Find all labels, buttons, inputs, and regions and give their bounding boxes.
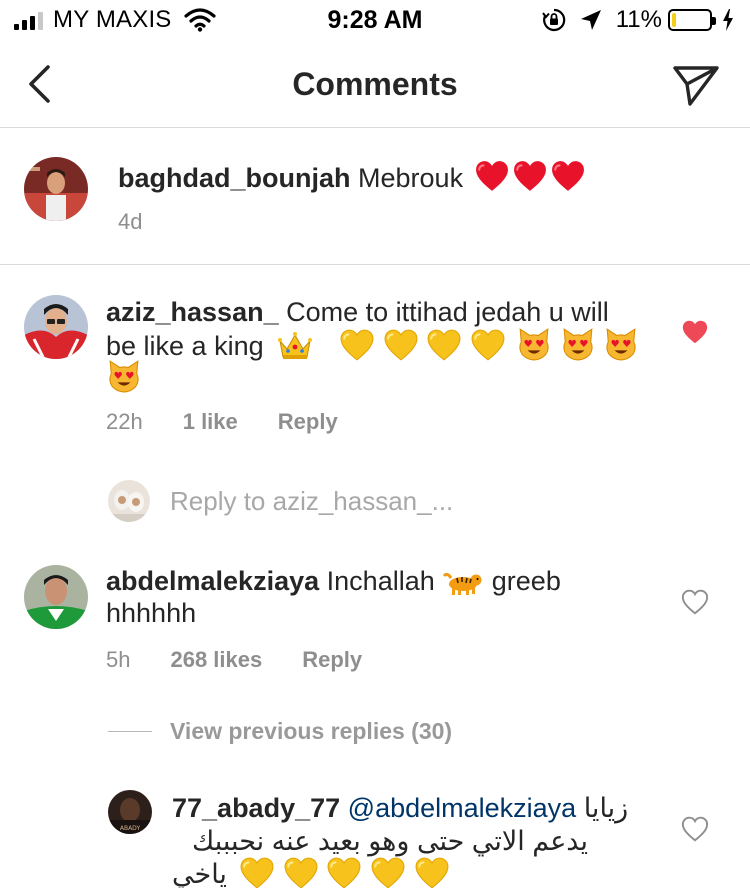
- comment-body-line1: Come to ittihad jedah u will: [286, 297, 609, 327]
- like-button[interactable]: [680, 588, 710, 616]
- comment-username[interactable]: abdelmalekziaya: [106, 566, 319, 596]
- reply-body-line3: ياخي: [172, 859, 227, 888]
- reply-composer[interactable]: Reply to aziz_hassan_...: [108, 478, 453, 524]
- comment-age: 5h: [106, 647, 131, 672]
- divider: [108, 731, 152, 732]
- reply-button[interactable]: Reply: [302, 647, 362, 673]
- share-button[interactable]: [670, 62, 722, 110]
- reply-text-line1: 77_abady_77 @abdelmalekziaya زيايا: [172, 792, 642, 824]
- yellow-heart-icon: [384, 329, 418, 368]
- tiger-icon: [443, 570, 483, 603]
- like-button[interactable]: [680, 815, 710, 843]
- heart-eyes-cat-icon: [517, 327, 551, 368]
- heart-filled-icon: [681, 319, 709, 345]
- caption-text: baghdad_bounjah Mebrouk: [118, 160, 585, 199]
- reply-button[interactable]: Reply: [278, 409, 338, 435]
- comment-body-line2: be like a king: [106, 331, 264, 361]
- battery-percent: 11%: [615, 6, 662, 33]
- view-previous-replies-button[interactable]: View previous replies (30): [108, 718, 452, 745]
- comment-meta: 22h 1 like Reply: [106, 409, 338, 435]
- svg-text:ABADY: ABADY: [120, 825, 141, 832]
- red-heart-icon: [551, 160, 585, 199]
- comment-text: aziz_hassan_ Come to ittihad jedah u wil…: [106, 296, 609, 328]
- yellow-heart-icon: [427, 329, 461, 368]
- battery-icon: [668, 9, 716, 31]
- avatar[interactable]: ABADY: [108, 790, 152, 834]
- page-title: Comments: [292, 66, 458, 102]
- comment-likes-count[interactable]: 268 likes: [170, 647, 262, 673]
- yellow-heart-icon: [340, 329, 374, 368]
- comment-username[interactable]: aziz_hassan_: [106, 297, 279, 327]
- avatar[interactable]: [24, 295, 88, 359]
- comment-meta: 5h 268 likes Reply: [106, 647, 362, 673]
- status-right: 11%: [541, 6, 734, 34]
- caption-meta: 4d: [118, 209, 142, 235]
- yellow-heart-icon: [240, 857, 274, 888]
- view-previous-replies-label: View previous replies (30): [170, 718, 453, 744]
- yellow-heart-icon: [471, 329, 505, 368]
- orientation-lock-icon: [541, 8, 566, 32]
- reply-mention-link[interactable]: @abdelmalekziaya: [348, 793, 577, 823]
- yellow-heart-icon: [415, 857, 449, 888]
- comment-text-line3: [106, 359, 142, 400]
- status-bar: MY MAXIS 9:28 AM 11%: [0, 0, 750, 40]
- crown-icon: [277, 331, 313, 368]
- comment-text-line2: hhhhhh: [106, 597, 196, 629]
- reply-body-line1: زيايا: [583, 793, 629, 823]
- heart-eyes-cat-icon: [604, 327, 638, 368]
- reply-text-line2: يدعم الاتي حتى وهو بعيد عنه نحبببك: [172, 825, 588, 857]
- reply-input[interactable]: Reply to aziz_hassan_...: [170, 486, 453, 517]
- red-heart-icon: [513, 160, 547, 199]
- reply-username[interactable]: 77_abady_77: [172, 793, 340, 823]
- nav-header: Comments: [0, 40, 750, 128]
- comment-likes-count[interactable]: 1 like: [183, 409, 238, 435]
- battery-level: [672, 13, 676, 27]
- caption: baghdad_bounjah Mebrouk 4d: [0, 129, 750, 265]
- yellow-heart-icon: [284, 857, 318, 888]
- heart-outline-icon: [681, 589, 709, 615]
- comment-age: 22h: [106, 409, 143, 434]
- avatar[interactable]: [24, 157, 88, 221]
- avatar: [108, 480, 150, 522]
- caption-body: Mebrouk: [358, 163, 464, 193]
- location-icon: [580, 9, 602, 31]
- reply-text-line3: ياخي: [172, 857, 642, 888]
- caption-age: 4d: [118, 209, 143, 234]
- heart-eyes-cat-icon: [561, 327, 595, 368]
- comment-text-line2: be like a king: [106, 327, 639, 368]
- like-button[interactable]: [680, 318, 710, 346]
- charging-icon: [722, 9, 734, 31]
- yellow-heart-icon: [327, 857, 361, 888]
- red-heart-icon: [475, 160, 509, 199]
- comment-body-line1: Inchallah: [326, 566, 435, 596]
- heart-outline-icon: [681, 816, 709, 842]
- yellow-heart-icon: [371, 857, 405, 888]
- comment-body-line1b: greeb: [491, 566, 561, 596]
- paper-plane-icon: [673, 66, 719, 106]
- avatar[interactable]: [24, 565, 88, 629]
- comment-body-line2: hhhhhh: [106, 598, 197, 628]
- caption-username[interactable]: baghdad_bounjah: [118, 163, 351, 193]
- reply-body-line2: يدعم الاتي حتى وهو بعيد عنه نحبببك: [192, 826, 588, 856]
- heart-eyes-cat-icon: [107, 359, 141, 400]
